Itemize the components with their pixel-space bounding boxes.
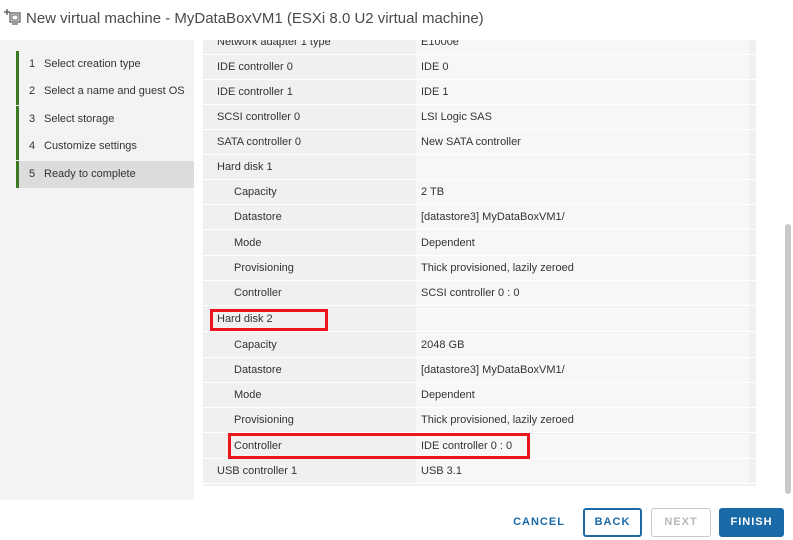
- window-title: New virtual machine - MyDataBoxVM1 (ESXi…: [26, 10, 484, 27]
- row-value: LSI Logic SAS: [416, 105, 749, 129]
- row-key: Provisioning: [203, 408, 416, 432]
- row-value: IDE 1: [416, 80, 749, 104]
- row-key: USB controller 1: [203, 459, 416, 483]
- title-bar: New virtual machine - MyDataBoxVM1 (ESXi…: [0, 0, 793, 40]
- row-value: New SATA controller: [416, 130, 749, 154]
- step-select-creation-type[interactable]: 1 Select creation type: [16, 51, 194, 78]
- row-key: Provisioning: [203, 256, 416, 280]
- row-value: SCSI controller 0 : 0: [416, 281, 749, 305]
- row-key: IDE controller 0: [203, 55, 416, 79]
- step-label: Select storage: [44, 113, 115, 125]
- table-row: IDE controller 1 IDE 1: [203, 80, 756, 105]
- step-label: Select creation type: [44, 58, 141, 70]
- table-row: SATA controller 0 New SATA controller: [203, 130, 756, 155]
- row-key: SCSI controller 0: [203, 105, 416, 129]
- new-vm-icon: [4, 8, 22, 26]
- row-key: Controller: [203, 281, 416, 305]
- table-row: Capacity 2048 GB: [203, 333, 756, 358]
- step-label: Ready to complete: [44, 168, 136, 180]
- step-number: 4: [29, 140, 36, 152]
- step-number: 3: [29, 113, 36, 125]
- table-row: Hard disk 1: [203, 155, 756, 180]
- step-label: Select a name and guest OS: [44, 85, 185, 97]
- row-key: Mode: [203, 383, 416, 407]
- step-number: 1: [29, 58, 36, 70]
- table-row: Mode Dependent: [203, 231, 756, 256]
- row-key: Capacity: [203, 333, 416, 357]
- table-row: Provisioning Thick provisioned, lazily z…: [203, 408, 756, 433]
- table-row: IDE controller 0 IDE 0: [203, 55, 756, 80]
- row-key: SATA controller 0: [203, 130, 416, 154]
- row-value: IDE 0: [416, 55, 749, 79]
- row-key: Network adapter 1 type: [203, 40, 416, 54]
- summary-panel: Network adapter 1 type E1000e IDE contro…: [194, 40, 793, 500]
- step-select-storage[interactable]: 3 Select storage: [16, 106, 194, 133]
- row-value: E1000e: [416, 40, 749, 54]
- table-row: SCSI controller 0 LSI Logic SAS: [203, 105, 756, 130]
- summary-table[interactable]: Network adapter 1 type E1000e IDE contro…: [203, 40, 756, 486]
- row-value: [416, 155, 749, 179]
- next-button[interactable]: NEXT: [651, 508, 711, 537]
- row-value: Thick provisioned, lazily zeroed: [416, 256, 749, 280]
- row-value: 2 TB: [416, 180, 749, 204]
- step-customize-settings[interactable]: 4 Customize settings: [16, 133, 194, 160]
- step-number: 5: [29, 168, 36, 180]
- row-value: [416, 307, 749, 331]
- table-row: Datastore [datastore3] MyDataBoxVM1/: [203, 205, 756, 230]
- table-row: Hard disk 2: [203, 307, 756, 332]
- table-row: Mode Dependent: [203, 383, 756, 408]
- row-value: Dependent: [416, 231, 749, 255]
- row-value: 2048 GB: [416, 333, 749, 357]
- row-value: [datastore3] MyDataBoxVM1/: [416, 358, 749, 382]
- table-row: Controller SCSI controller 0 : 0: [203, 281, 756, 306]
- row-value: [datastore3] MyDataBoxVM1/: [416, 205, 749, 229]
- row-value: IDE controller 0 : 0: [416, 434, 749, 458]
- table-row: Datastore [datastore3] MyDataBoxVM1/: [203, 358, 756, 383]
- row-key: IDE controller 1: [203, 80, 416, 104]
- row-value: USB 3.1: [416, 459, 749, 483]
- row-key: Mode: [203, 231, 416, 255]
- row-value: Dependent: [416, 383, 749, 407]
- finish-button[interactable]: FINISH: [719, 508, 784, 537]
- wizard-steps: 1 Select creation type 2 Select a name and…: [0, 40, 194, 500]
- table-row: Controller IDE controller 0 : 0: [203, 434, 756, 459]
- table-row: Capacity 2 TB: [203, 180, 756, 205]
- step-ready-to-complete[interactable]: 5 Ready to complete: [16, 161, 194, 188]
- step-number: 2: [29, 85, 36, 97]
- table-row: Network adapter 1 type E1000e: [203, 40, 756, 55]
- row-key: Datastore: [203, 205, 416, 229]
- row-key: Datastore: [203, 358, 416, 382]
- back-button[interactable]: BACK: [583, 508, 642, 537]
- row-key: Hard disk 1: [203, 155, 416, 179]
- table-row: Provisioning Thick provisioned, lazily z…: [203, 256, 756, 281]
- cancel-button[interactable]: CANCEL: [509, 508, 569, 537]
- row-key: Capacity: [203, 180, 416, 204]
- row-key: Controller: [203, 434, 416, 458]
- table-row: USB controller 1 USB 3.1: [203, 459, 756, 484]
- step-select-name-guest-os[interactable]: 2 Select a name and guest OS: [16, 78, 194, 105]
- row-key: Hard disk 2: [203, 307, 416, 331]
- scrollbar-thumb[interactable]: [785, 224, 791, 494]
- step-label: Customize settings: [44, 140, 137, 152]
- row-value: Thick provisioned, lazily zeroed: [416, 408, 749, 432]
